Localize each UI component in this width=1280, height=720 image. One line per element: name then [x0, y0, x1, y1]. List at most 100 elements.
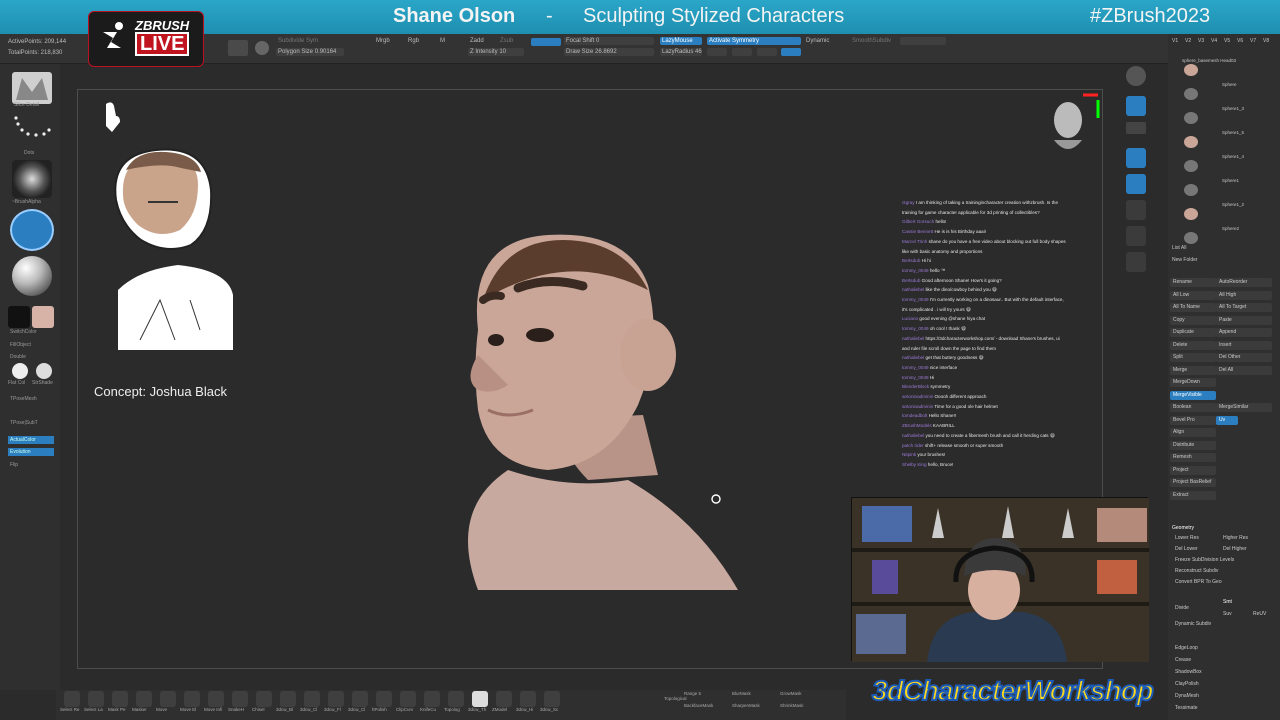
- subtool-action-button[interactable]: Bevel Pro: [1170, 415, 1216, 425]
- geometry-button[interactable]: Higher Res: [1220, 534, 1266, 543]
- view-tab[interactable]: V5: [1224, 38, 1230, 44]
- subtool-thumbnail[interactable]: [1184, 160, 1198, 172]
- lazy-mouse-toggle[interactable]: LazyMouse: [660, 37, 702, 45]
- smooth-subdiv-button[interactable]: SmoothSubdiv: [852, 38, 891, 44]
- floor-button[interactable]: [1126, 122, 1146, 134]
- dynamic-button[interactable]: Dynamic: [806, 38, 829, 44]
- subtool-action-button[interactable]: Append: [1216, 328, 1272, 337]
- brush-icon[interactable]: [400, 691, 416, 707]
- sym-x-button[interactable]: [707, 48, 727, 56]
- tpose-subt-button[interactable]: TPose|SubT: [10, 420, 38, 426]
- subtool-action-button[interactable]: All High: [1216, 290, 1272, 300]
- view-tab[interactable]: V8: [1263, 38, 1269, 44]
- new-folder-button[interactable]: New Folder: [1172, 257, 1198, 263]
- evolution-button[interactable]: Evolution: [8, 448, 54, 456]
- geometry-button[interactable]: ClayPolish: [1172, 680, 1272, 689]
- fill-object-label[interactable]: FillObject: [10, 342, 31, 348]
- brush-icon[interactable]: [88, 691, 104, 707]
- m-button[interactable]: M: [440, 38, 445, 44]
- brush-icon[interactable]: [112, 691, 128, 707]
- subtool-action-button[interactable]: Del All: [1216, 365, 1272, 375]
- view-tab[interactable]: V4: [1211, 38, 1217, 44]
- subtool-action-button[interactable]: Split: [1170, 353, 1216, 362]
- lazy-radius-slider[interactable]: LazyRadius 46: [660, 48, 702, 56]
- tpose-mesh-button[interactable]: TPoseMesh: [10, 396, 37, 402]
- brush-icon[interactable]: [520, 691, 536, 707]
- edit-button[interactable]: [228, 40, 248, 56]
- subtool-action-button[interactable]: All To Name: [1170, 303, 1216, 312]
- geometry-button[interactable]: DynaMesh: [1172, 692, 1272, 701]
- stroke-shade-sphere-icon[interactable]: [36, 363, 52, 379]
- subtool-item[interactable]: Sphere2: [1222, 226, 1239, 231]
- double-label[interactable]: Double: [10, 354, 26, 360]
- geometry-button[interactable]: Convert BPR To Geo: [1172, 578, 1272, 587]
- subtool-item[interactable]: Sphere1_4: [1222, 154, 1244, 159]
- zadd-button[interactable]: Zadd: [470, 38, 484, 44]
- actual-color-button[interactable]: ActualColor: [8, 436, 54, 444]
- geometry-button[interactable]: Tessimate: [1172, 704, 1272, 713]
- current-brush-thumbnail[interactable]: [12, 72, 52, 104]
- geometry-button[interactable]: Del Lower: [1172, 545, 1218, 554]
- backface-mask-button[interactable]: BackfaceMask: [684, 703, 713, 708]
- view-tab[interactable]: V2: [1185, 38, 1191, 44]
- subtool-action-button[interactable]: Rename: [1170, 278, 1216, 287]
- mrgb-button[interactable]: Mrgb: [376, 38, 390, 44]
- geometry-button[interactable]: ReUV: [1250, 610, 1270, 619]
- subtool-thumbnail[interactable]: [1184, 88, 1198, 100]
- geometry-button[interactable]: Smt: [1220, 598, 1266, 607]
- rotate-view-button[interactable]: [1126, 226, 1146, 246]
- zoom-view-button[interactable]: [1126, 200, 1146, 220]
- brush-icon[interactable]: [448, 691, 464, 707]
- brush-icon[interactable]: [184, 691, 200, 707]
- geometry-button[interactable]: Lower Res: [1172, 534, 1218, 543]
- subtool-action-button[interactable]: MergeSimilar: [1216, 403, 1272, 412]
- sym-r-button[interactable]: [781, 48, 801, 56]
- secondary-color-swatch[interactable]: [8, 306, 30, 328]
- subtool-action-button[interactable]: Delete: [1170, 340, 1216, 350]
- brush-icon[interactable]: [472, 691, 488, 707]
- zsub-button[interactable]: Zsub: [500, 38, 513, 44]
- subtool-item[interactable]: Sphere1: [1222, 178, 1239, 183]
- subtool-action-button[interactable]: All To Target: [1216, 303, 1272, 312]
- subtool-action-button[interactable]: Duplicate: [1170, 328, 1216, 337]
- subtool-action-button[interactable]: Remesh: [1170, 453, 1216, 462]
- geometry-button[interactable]: Suv: [1220, 610, 1240, 619]
- brush-icon[interactable]: [328, 691, 344, 707]
- subtool-action-button[interactable]: Del Other: [1216, 353, 1272, 362]
- view-tab[interactable]: V6: [1237, 38, 1243, 44]
- grow-mask-button[interactable]: GrowMask: [780, 691, 802, 696]
- geometry-button[interactable]: Del Higher: [1220, 545, 1266, 554]
- brush-icon[interactable]: [136, 691, 152, 707]
- subtool-thumbnail[interactable]: [1184, 208, 1198, 220]
- polyframe-button[interactable]: [1126, 252, 1146, 272]
- subtool-action-button[interactable]: AutoReorder: [1216, 278, 1272, 287]
- brush-icon[interactable]: [232, 691, 248, 707]
- shrink-mask-button[interactable]: ShrinkMask: [780, 703, 804, 708]
- brush-icon[interactable]: [376, 691, 392, 707]
- subtool-action-button[interactable]: Distribute: [1170, 440, 1216, 450]
- brush-icon[interactable]: [208, 691, 224, 707]
- sym-y-button[interactable]: [732, 48, 752, 56]
- flip-button[interactable]: Flip: [10, 462, 18, 468]
- subtool-thumbnail[interactable]: [1184, 136, 1198, 148]
- geometry-button[interactable]: Dynamic Subdiv: [1172, 620, 1272, 629]
- brush-icon[interactable]: [496, 691, 512, 707]
- subtool-action-button[interactable]: Copy: [1170, 315, 1216, 325]
- subtool-item[interactable]: Sphere1_5: [1222, 130, 1244, 135]
- stroke-dots-icon[interactable]: [12, 112, 52, 148]
- view-tab[interactable]: V7: [1250, 38, 1256, 44]
- geometry-button[interactable]: Crease: [1172, 656, 1272, 665]
- draw-size-slider[interactable]: Draw Size 26.8692: [564, 48, 654, 56]
- subtool-thumbnail[interactable]: [1184, 232, 1198, 244]
- subtool-thumbnail[interactable]: [1184, 112, 1198, 124]
- subtool-action-button[interactable]: Boolean: [1170, 403, 1216, 412]
- subtool-action-button[interactable]: Project BasRelief: [1170, 478, 1216, 487]
- geometry-button[interactable]: EdgeLoop: [1172, 644, 1272, 653]
- toolbar-slider-extra[interactable]: [900, 37, 946, 45]
- subtool-item[interactable]: Sphere: [1222, 82, 1237, 87]
- brush-icon[interactable]: [352, 691, 368, 707]
- polygon-size-slider[interactable]: Polygon Size 0.90164: [276, 48, 344, 56]
- blur-mask-button[interactable]: BlurMask: [732, 691, 751, 696]
- subtool-action-button[interactable]: MergeDown: [1170, 378, 1216, 387]
- subtool-item[interactable]: sphere_basemesh Head03: [1182, 58, 1236, 63]
